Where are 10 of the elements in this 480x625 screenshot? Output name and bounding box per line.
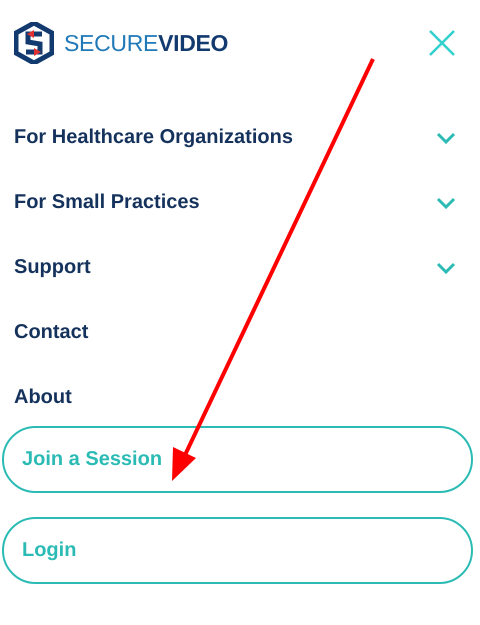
chevron-icon — [436, 196, 456, 208]
close-icon[interactable] — [428, 29, 456, 57]
logo-icon — [14, 22, 54, 64]
logo-text: SECUREVIDEO — [64, 30, 228, 56]
menu-item[interactable]: Support — [14, 235, 456, 300]
menu-item[interactable]: For Healthcare Organizations — [14, 105, 456, 170]
chevron-icon — [436, 262, 456, 274]
menu-item[interactable]: Contact — [14, 300, 456, 365]
menu-item[interactable]: For Small Practices — [14, 170, 456, 235]
chevron-icon — [436, 132, 456, 144]
